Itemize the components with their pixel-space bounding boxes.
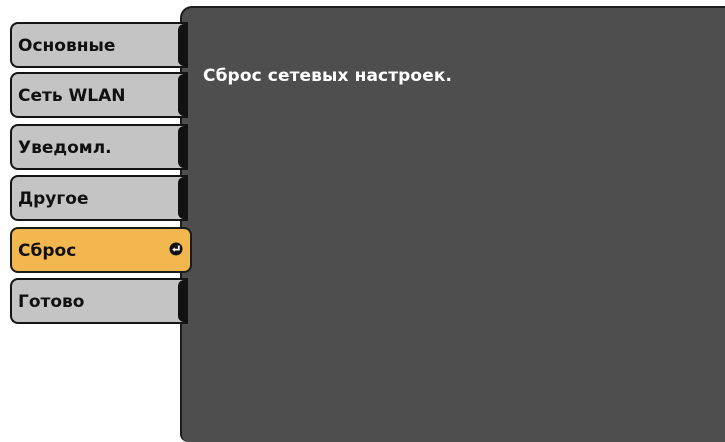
- menu-item-edge: [178, 126, 188, 168]
- menu-item-wlan[interactable]: Сеть WLAN: [10, 72, 188, 118]
- menu-item-done[interactable]: Готово: [10, 278, 188, 324]
- menu-item-label: Основные: [18, 36, 116, 56]
- menu-item-label: Сеть WLAN: [18, 86, 126, 106]
- menu-item-edge: [178, 24, 188, 66]
- menu-item-label: Сброс: [18, 241, 77, 261]
- menu-item-edge: [178, 177, 188, 219]
- content-panel: Сброс сетевых настроек.: [180, 6, 725, 442]
- menu-item-label: Другое: [18, 189, 89, 209]
- menu-item-label: Уведомл.: [18, 138, 112, 158]
- panel-message: Сброс сетевых настроек.: [203, 66, 453, 86]
- enter-icon: [169, 242, 183, 256]
- menu-item-edge: [178, 74, 188, 116]
- menu-item-basic[interactable]: Основные: [10, 22, 188, 68]
- menu-item-label: Готово: [18, 292, 85, 312]
- menu-item-edge: [178, 280, 188, 322]
- menu-item-notifications[interactable]: Уведомл.: [10, 124, 188, 170]
- menu-item-other[interactable]: Другое: [10, 175, 188, 221]
- menu-item-reset[interactable]: Сброс: [10, 227, 192, 273]
